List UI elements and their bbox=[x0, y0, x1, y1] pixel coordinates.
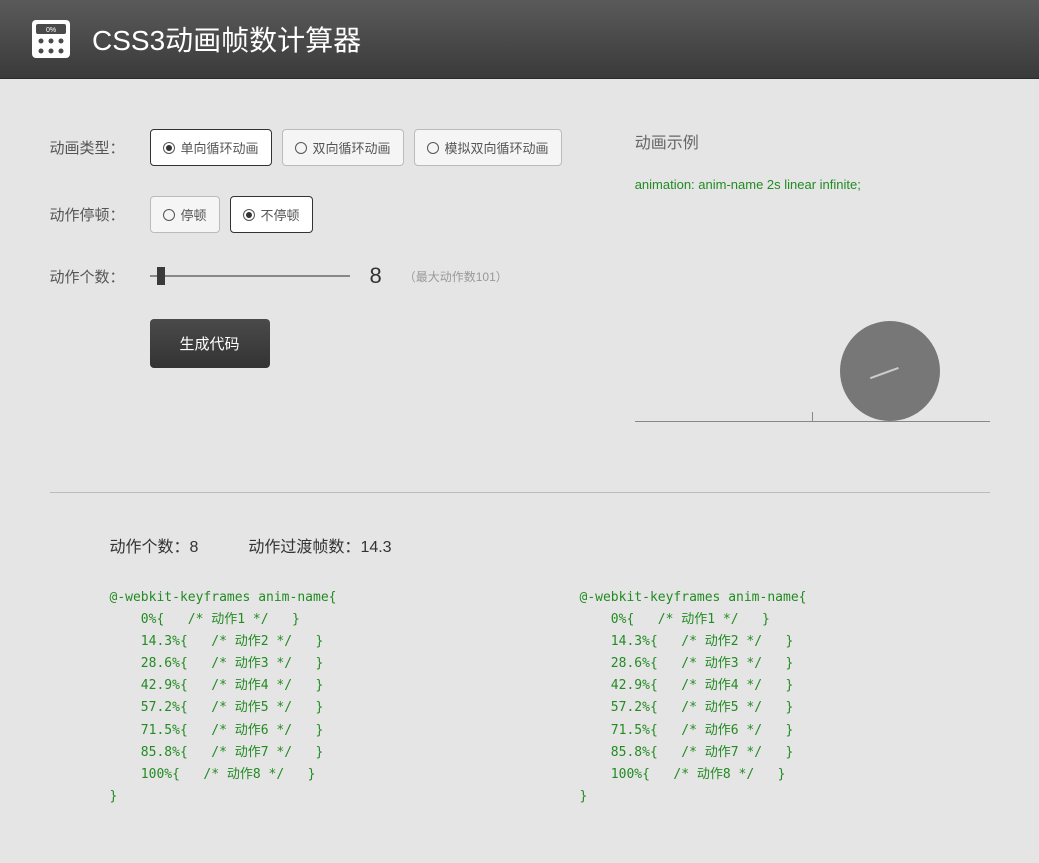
code-output-right: @-webkit-keyframes anim-name{ 0%{ /* 动作1… bbox=[580, 587, 990, 808]
radio-icon bbox=[295, 142, 307, 154]
generate-button[interactable]: 生成代码 bbox=[150, 319, 270, 368]
page-title: CSS3动画帧数计算器 bbox=[92, 19, 361, 59]
radio-group-type: 单向循环动画 双向循环动画 模拟双向循环动画 bbox=[150, 129, 562, 166]
radio-icon bbox=[243, 209, 255, 221]
count-slider[interactable] bbox=[150, 275, 350, 277]
app-header: 0% CSS3动画帧数计算器 bbox=[0, 0, 1039, 79]
label-count: 动作个数： bbox=[50, 266, 150, 287]
example-title: 动画示例 bbox=[635, 129, 990, 153]
slider-hint: （最大动作数101） bbox=[404, 268, 508, 285]
field-count: 动作个数： 8 （最大动作数101） bbox=[50, 263, 595, 289]
radio-icon bbox=[163, 142, 175, 154]
slider-value: 8 bbox=[370, 263, 382, 289]
radio-type-1[interactable]: 双向循环动画 bbox=[282, 129, 404, 166]
radio-label: 双向循环动画 bbox=[313, 138, 391, 157]
result-summary: 动作个数：8 动作过渡帧数：14.3 bbox=[110, 533, 990, 557]
summary-transition: 动作过渡帧数：14.3 bbox=[248, 533, 391, 557]
radio-icon bbox=[427, 142, 439, 154]
radio-label: 不停顿 bbox=[261, 205, 300, 224]
calculator-icon: 0% bbox=[30, 18, 72, 60]
field-pause: 动作停顿： 停顿 不停顿 bbox=[50, 196, 595, 233]
radio-label: 单向循环动画 bbox=[181, 138, 259, 157]
section-divider bbox=[50, 492, 990, 493]
radio-pause-1[interactable]: 不停顿 bbox=[230, 196, 313, 233]
animation-ball bbox=[840, 321, 940, 421]
radio-type-2[interactable]: 模拟双向循环动画 bbox=[414, 129, 562, 166]
radio-group-pause: 停顿 不停顿 bbox=[150, 196, 313, 233]
svg-text:0%: 0% bbox=[46, 27, 56, 34]
example-code: animation: anim-name 2s linear infinite; bbox=[635, 177, 990, 192]
radio-type-0[interactable]: 单向循环动画 bbox=[150, 129, 272, 166]
label-animation-type: 动画类型： bbox=[50, 137, 150, 158]
radio-label: 停顿 bbox=[181, 205, 207, 224]
slider-thumb[interactable] bbox=[157, 267, 165, 285]
label-pause: 动作停顿： bbox=[50, 204, 150, 225]
code-output-left: @-webkit-keyframes anim-name{ 0%{ /* 动作1… bbox=[110, 587, 520, 808]
radio-icon bbox=[163, 209, 175, 221]
summary-count: 动作个数：8 bbox=[110, 533, 199, 557]
radio-pause-0[interactable]: 停顿 bbox=[150, 196, 220, 233]
radio-label: 模拟双向循环动画 bbox=[445, 138, 549, 157]
field-animation-type: 动画类型： 单向循环动画 双向循环动画 模拟双向循环动画 bbox=[50, 129, 595, 166]
animation-stage bbox=[635, 212, 990, 422]
